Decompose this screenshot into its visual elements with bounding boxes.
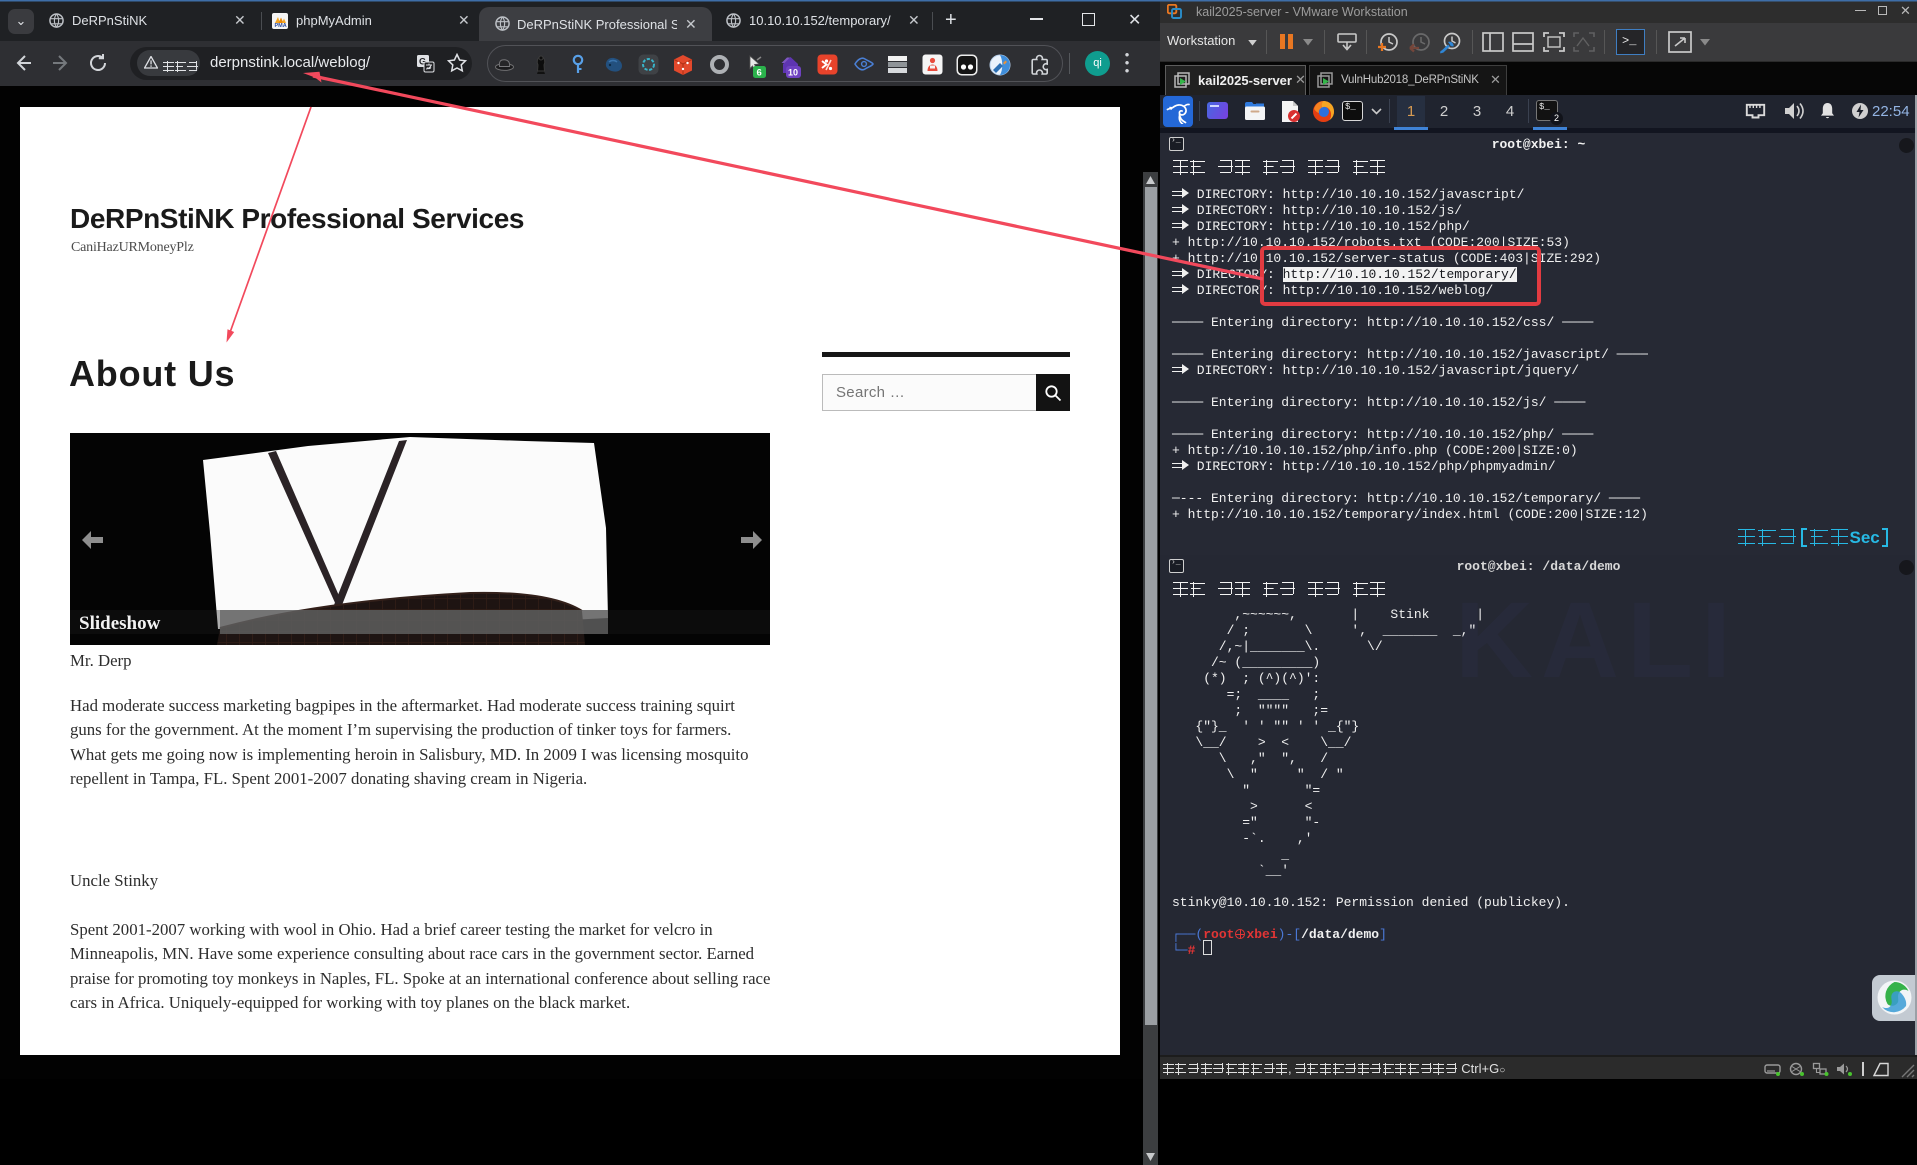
svg-text:PMA: PMA [275,23,287,28]
svg-text:6: 6 [757,68,762,79]
svg-text:10: 10 [788,68,798,78]
